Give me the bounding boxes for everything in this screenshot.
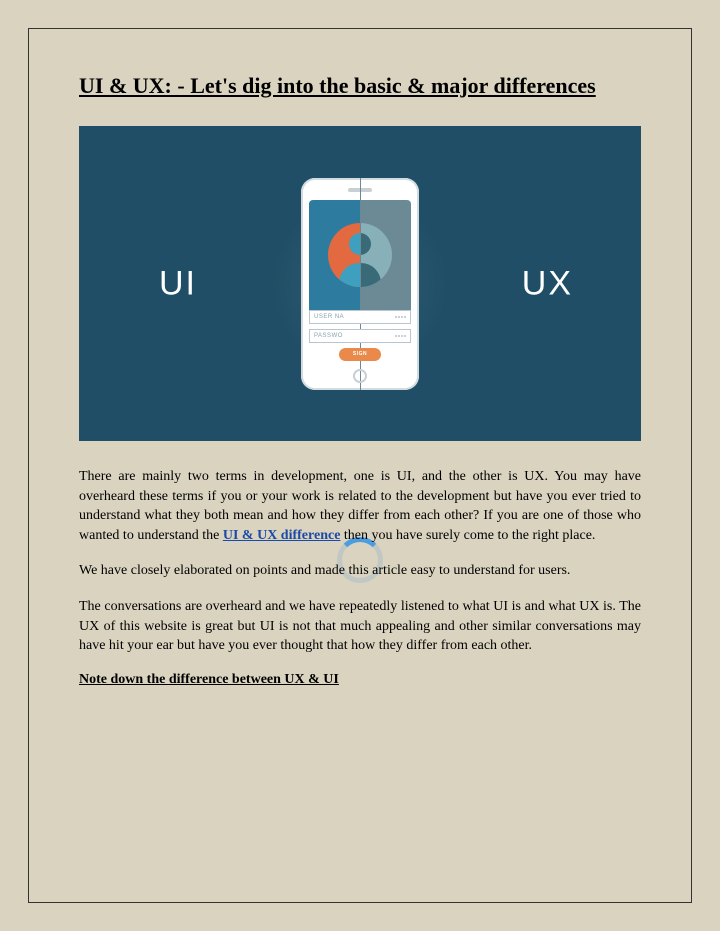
phone-illustration: USER NA PASSWO SIGN <box>301 178 419 390</box>
signin-button-mock: SIGN <box>339 348 381 361</box>
ui-ux-difference-link[interactable]: UI & UX difference <box>223 528 341 543</box>
hero-image: UI UX USER NA PASSWO SIGN <box>79 126 641 441</box>
section-subheading: Note down the difference between UX & UI <box>79 672 641 688</box>
hero-ux-label: UX <box>522 264 573 303</box>
username-label: USER NA <box>314 314 344 320</box>
password-label: PASSWO <box>314 333 343 339</box>
home-button-icon <box>353 369 367 383</box>
phone-form: USER NA PASSWO SIGN <box>309 310 411 361</box>
password-field-mock: PASSWO <box>309 329 411 343</box>
p1-text-b: then you have surely come to the right p… <box>340 528 595 543</box>
page-frame: UI & UX: - Let's dig into the basic & ma… <box>28 28 692 903</box>
username-field-mock: USER NA <box>309 310 411 324</box>
paragraph-2: We have closely elaborated on points and… <box>79 561 641 581</box>
paragraph-3: The conversations are overheard and we h… <box>79 597 641 656</box>
paragraph-1: There are mainly two terms in developmen… <box>79 467 641 545</box>
hero-ui-label: UI <box>159 264 197 303</box>
article-title: UI & UX: - Let's dig into the basic & ma… <box>79 69 641 102</box>
